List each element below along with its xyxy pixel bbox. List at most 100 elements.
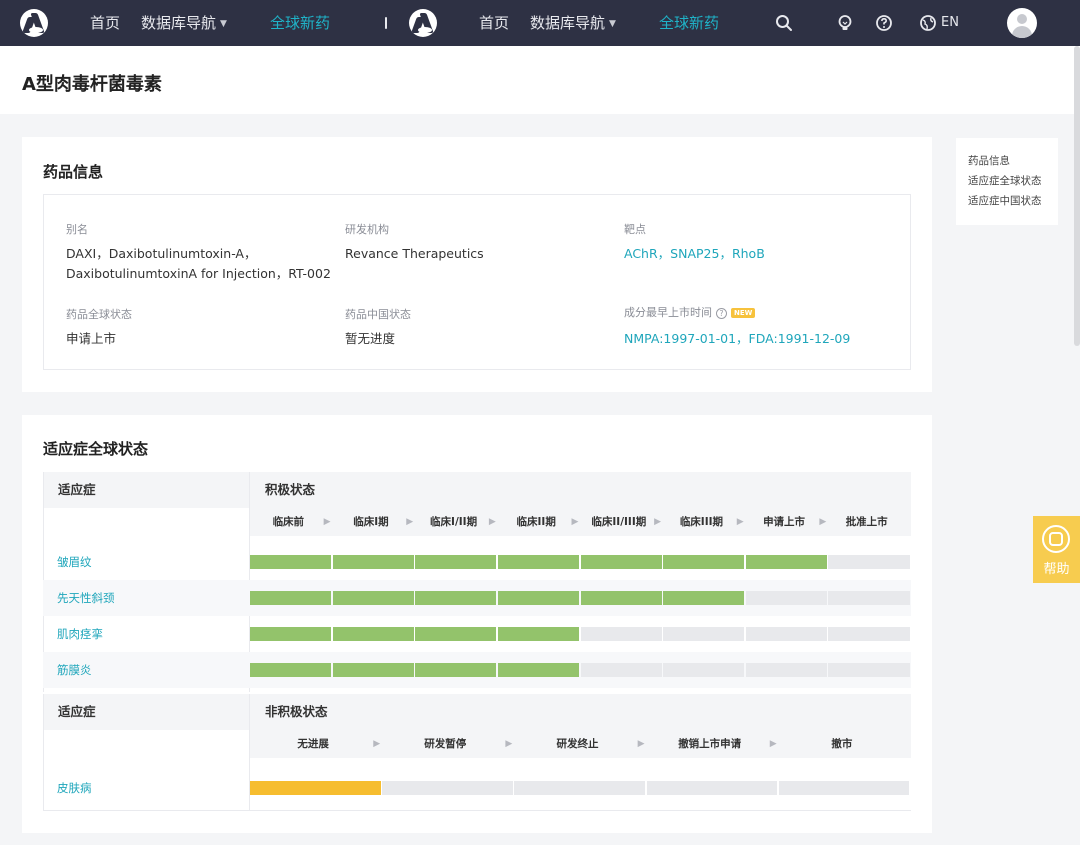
progress-segment-completed	[332, 627, 414, 641]
phase-label: 申请上市	[763, 516, 806, 528]
china-status-label: 药品中国状态	[345, 308, 411, 321]
inactive-segment-empty	[778, 781, 910, 795]
progress-segment-completed	[415, 663, 497, 677]
bulb-icon[interactable]	[836, 14, 854, 32]
progress-segment-completed	[250, 663, 332, 677]
progress-segment-empty	[828, 627, 910, 641]
nav-db-navigation[interactable]: 数据库导航 ▼	[530, 0, 616, 46]
help-button[interactable]: 帮助	[1033, 516, 1080, 583]
drug-info-box: 别名 DAXI，Daxibotulinumtoxin-A， Daxibotuli…	[43, 194, 911, 370]
progress-segment-completed	[332, 663, 414, 677]
global-status-heading: 适应症全球状态	[43, 440, 149, 458]
help-label: 帮助	[1043, 562, 1070, 577]
china-status-value: 暂无进度	[345, 331, 396, 346]
progress-segment-empty	[663, 627, 745, 641]
chevron-down-icon: ▼	[220, 19, 227, 29]
global-status-label: 药品全球状态	[66, 308, 132, 321]
progress-segment-empty	[828, 591, 910, 605]
progress-segment-completed	[497, 555, 579, 569]
toc-item-global-status[interactable]: 适应症全球状态	[968, 173, 1042, 188]
chevron-right-icon: ▶	[373, 739, 381, 749]
global-status-value: 申请上市	[66, 331, 117, 346]
indication-name-link[interactable]: 先天性斜颈	[57, 580, 115, 616]
first-launch-label-text: 成分最早上市时间	[624, 306, 712, 319]
globe-icon[interactable]	[919, 14, 937, 32]
chevron-right-icon: ▶	[769, 739, 777, 749]
progress-segment-empty	[828, 663, 910, 677]
page-scrollbar[interactable]	[1074, 46, 1080, 346]
inactive-phase-label: 研发终止	[556, 738, 599, 750]
user-avatar[interactable]	[1007, 8, 1037, 38]
drug-info-heading: 药品信息	[43, 163, 104, 181]
alias-label: 别名	[66, 223, 88, 236]
progress-segment-completed	[250, 627, 332, 641]
progress-segment-completed	[497, 591, 579, 605]
inactive-segment-empty	[382, 781, 513, 795]
indication-row: 先天性斜颈	[43, 580, 911, 616]
nav-global-drugs[interactable]: 全球新药	[659, 0, 719, 46]
progress-segment-completed	[580, 591, 662, 605]
progress-segment-empty	[745, 627, 827, 641]
inactive-segment-empty	[514, 781, 646, 795]
title-bar: A型肉毒杆菌毒素	[0, 46, 1080, 114]
chevron-right-icon: ▶	[654, 517, 662, 527]
logo[interactable]	[409, 9, 437, 37]
progress-segment-completed	[332, 591, 414, 605]
toc-item-drug-info[interactable]: 药品信息	[968, 153, 1010, 168]
chevron-right-icon: ▶	[637, 739, 645, 749]
nav-home[interactable]: 首页	[479, 0, 509, 46]
phase-label: 临床I/II期	[430, 516, 478, 528]
phase-label: 批准上市	[845, 516, 888, 528]
progress-segment-completed	[415, 627, 497, 641]
active-status-column-header: 积极状态	[265, 482, 316, 497]
new-badge: NEW	[731, 308, 756, 318]
nav-global-drugs[interactable]: 全球新药	[270, 0, 330, 46]
target-value[interactable]: AChR，SNAP25，RhoB	[624, 244, 765, 264]
org-value: Revance Therapeutics	[345, 246, 484, 261]
toc-item-china-status[interactable]: 适应症中国状态	[968, 193, 1042, 208]
progress-segment-empty	[580, 627, 662, 641]
table-bottom-border	[43, 810, 911, 811]
indication-name-link[interactable]: 筋膜炎	[57, 652, 92, 688]
inactive-phase-label: 撤销上市申请	[678, 738, 742, 750]
search-icon[interactable]	[775, 14, 793, 32]
nav-db-navigation-label: 数据库导航	[141, 14, 217, 32]
indication-name-link[interactable]: 皮肤病	[57, 766, 92, 810]
question-icon[interactable]	[875, 14, 893, 32]
nav-db-navigation[interactable]: 数据库导航 ▼	[141, 0, 227, 46]
indication-row: 皱眉纹	[43, 544, 911, 580]
chevron-right-icon: ▶	[488, 517, 496, 527]
inactive-phase-label: 撤市	[831, 738, 853, 750]
indication-row: 肌肉痉挛	[43, 616, 911, 652]
inactive-phase-label: 研发暂停	[424, 738, 467, 750]
indication-name-link[interactable]: 肌肉痉挛	[57, 616, 103, 652]
help-chat-icon	[1042, 525, 1070, 553]
progress-segment-completed	[415, 591, 497, 605]
nav-home[interactable]: 首页	[90, 0, 120, 46]
language-switch[interactable]: EN	[941, 0, 959, 46]
help-circle-icon[interactable]: ?	[716, 308, 727, 319]
phase-label: 临床前	[272, 516, 305, 528]
first-launch-value[interactable]: NMPA:1997-01-01，FDA:1991-12-09	[624, 329, 850, 349]
chevron-right-icon: ▶	[505, 739, 513, 749]
progress-segment-completed	[580, 555, 662, 569]
phase-label: 临床II期	[516, 516, 556, 528]
inactive-phase-label: 无进展	[297, 738, 329, 750]
chevron-right-icon: ▶	[571, 517, 579, 527]
progress-segment-completed	[415, 555, 497, 569]
side-toc: 药品信息 适应症全球状态 适应症中国状态	[956, 138, 1058, 225]
logo[interactable]	[20, 9, 48, 37]
drug-info-card: 药品信息 别名 DAXI，Daxibotulinumtoxin-A， Daxib…	[22, 137, 932, 392]
progress-segment-empty	[745, 591, 827, 605]
inactive-indication-row: 皮肤病	[43, 766, 911, 810]
inactive-segment-empty	[646, 781, 778, 795]
inactive-status-column-header: 非积极状态	[265, 704, 328, 719]
alias-value-line2: DaxibotulinumtoxinA for Injection，RT-002	[66, 266, 331, 281]
alias-value-line1: DAXI，Daxibotulinumtoxin-A，	[66, 246, 257, 261]
progress-segment-empty	[828, 555, 910, 569]
progress-segment-completed	[745, 555, 827, 569]
chevron-right-icon: ▶	[819, 517, 827, 527]
indication-name-link[interactable]: 皱眉纹	[57, 544, 92, 580]
progress-segment-empty	[580, 663, 662, 677]
chevron-down-icon: ▼	[609, 19, 616, 29]
